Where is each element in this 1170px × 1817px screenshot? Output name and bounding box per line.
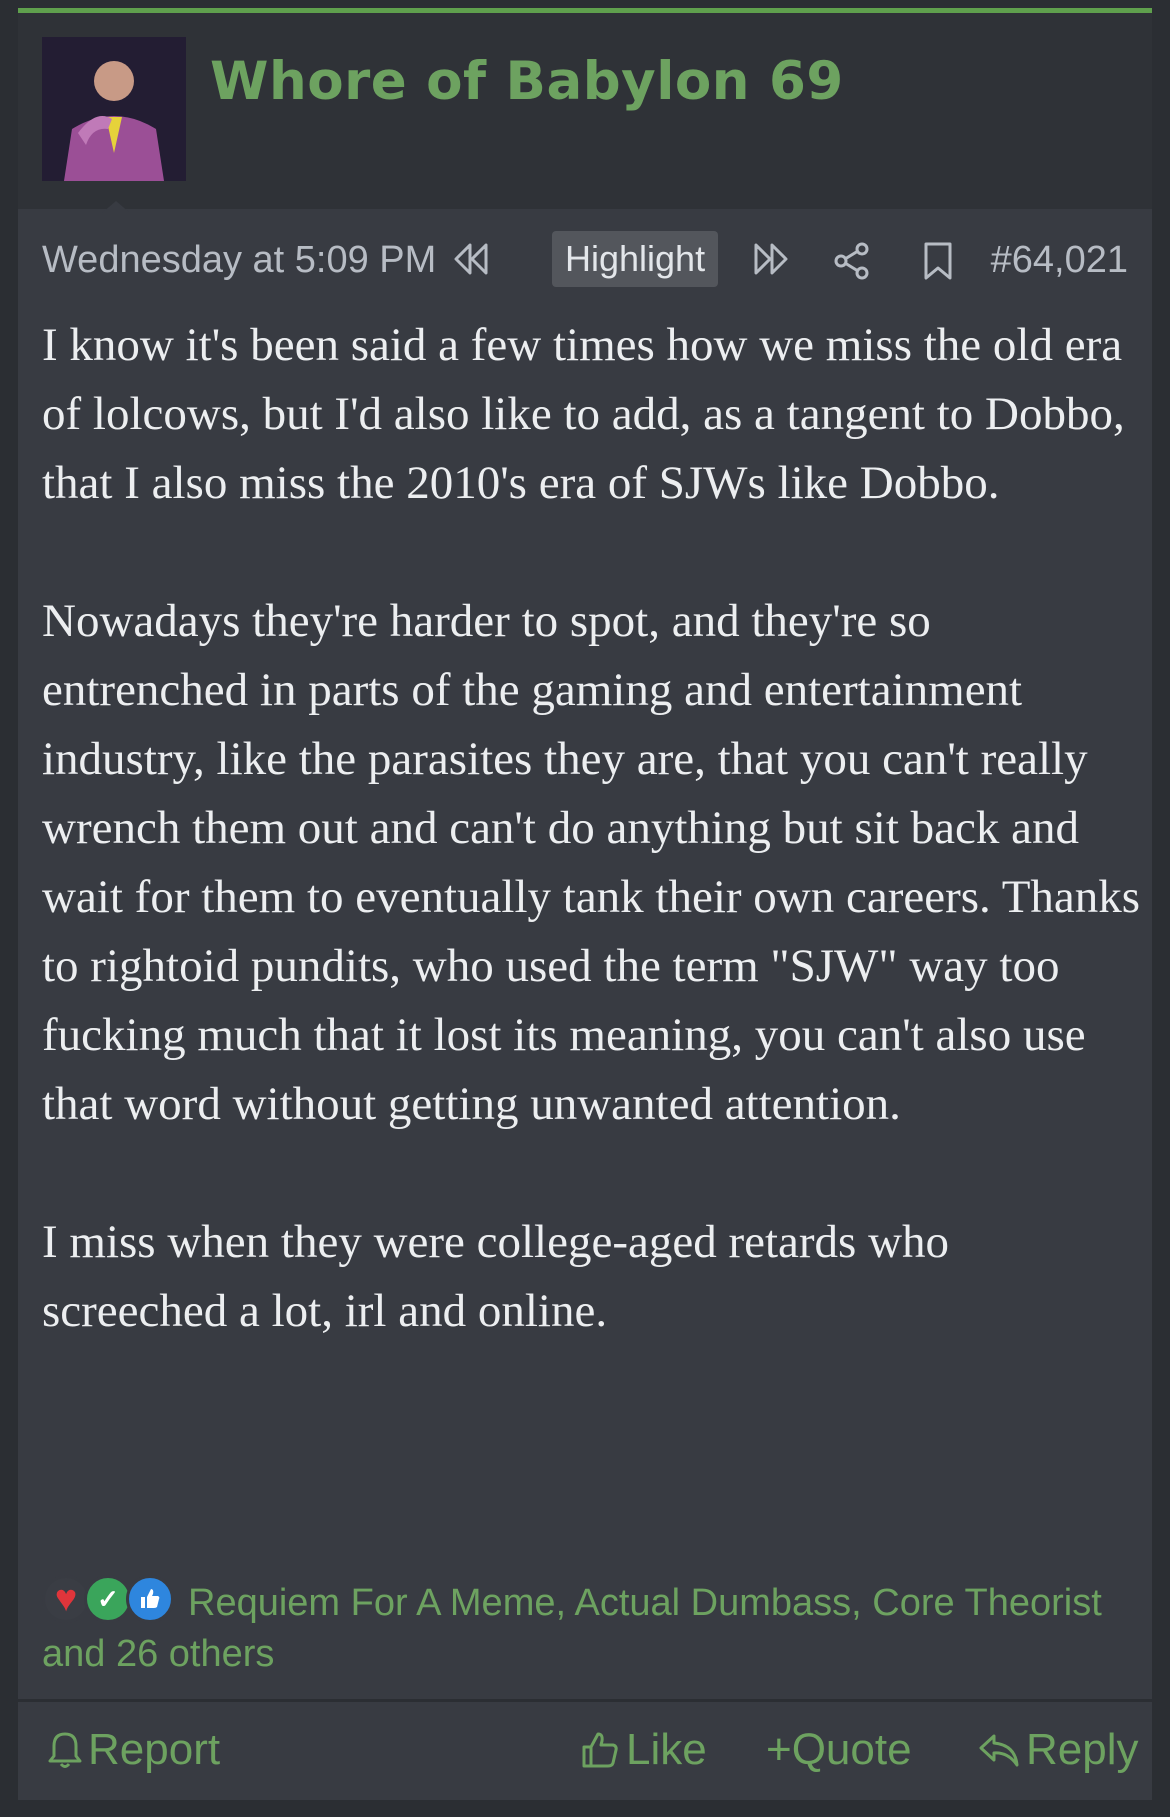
like-label: Like [626,1725,707,1774]
quote-button[interactable]: +Quote [766,1725,912,1775]
post-header: Whore of Babylon 69 [18,13,1152,213]
heart-icon: ♥ [42,1575,90,1623]
share-icon[interactable] [832,241,872,291]
forum-post: Whore of Babylon 69 Wednesday at 5:09 PM… [18,8,1152,1800]
thumbs-up-outline-icon [582,1732,618,1768]
like-button[interactable]: Like [580,1725,707,1775]
post-meta-bar: Wednesday at 5:09 PM Highlight #64,021 [42,231,1128,291]
post-actions-bar: Report Like +Quote Reply [18,1703,1152,1805]
report-button[interactable]: Report [48,1725,220,1775]
quote-label: Quote [791,1725,912,1774]
plus-icon: + [766,1725,792,1774]
post-paragraph: I miss when they were college-aged retar… [42,1216,950,1337]
reply-label: Reply [1026,1725,1139,1774]
avatar-image [42,37,186,181]
header-notch [102,201,130,213]
check-icon: ✓ [84,1575,132,1623]
previous-icon[interactable] [450,241,490,287]
thumbs-up-icon [126,1575,174,1623]
reply-icon [979,1734,1019,1767]
footer-divider [18,1699,1152,1702]
reactions-bar: ♥ ✓ Requiem For A Meme, Actual Dumbass, … [42,1575,1132,1680]
post-paragraph: I know it's been said a few times how we… [42,319,1125,509]
next-icon[interactable] [752,241,792,287]
post-body: I know it's been said a few times how we… [42,311,1142,1415]
highlight-badge[interactable]: Highlight [552,231,719,287]
author-username[interactable]: Whore of Babylon 69 [210,51,844,112]
report-label: Report [88,1725,221,1774]
post-number-link[interactable]: #64,021 [991,239,1128,282]
bell-icon [48,1732,82,1768]
bookmark-icon[interactable] [922,241,954,291]
reply-button[interactable]: Reply [978,1725,1139,1775]
post-paragraph: Nowadays they're harder to spot, and the… [42,595,1141,1130]
reaction-icons: ♥ ✓ [42,1575,182,1625]
post-date[interactable]: Wednesday at 5:09 PM [42,239,436,282]
reactions-users-link[interactable]: Requiem For A Meme, Actual Dumbass, Core… [42,1582,1102,1675]
avatar[interactable] [42,37,186,181]
